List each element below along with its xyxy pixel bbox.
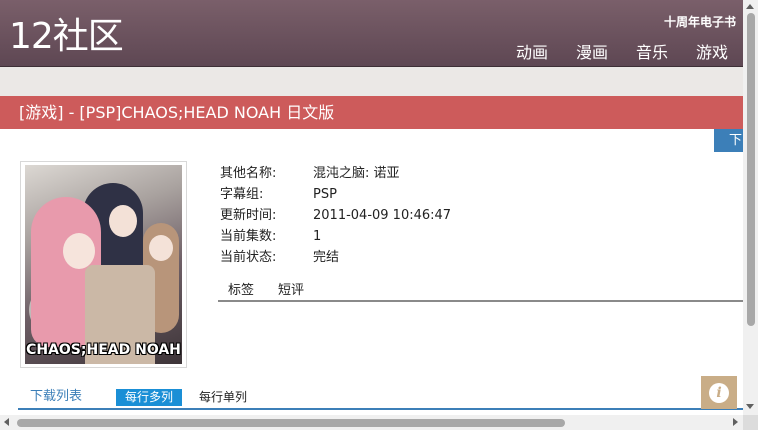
info-icon: i <box>709 382 729 403</box>
info-label: 当前状态: <box>220 250 277 265</box>
option-single-column[interactable]: 每行单列 <box>199 389 247 406</box>
scroll-up-icon[interactable] <box>746 4 754 9</box>
page-title: [游戏] - [PSP]CHAOS;HEAD NOAH 日文版 <box>0 96 743 129</box>
info-row-episodes: 当前集数: 1 <box>220 226 451 247</box>
sub-header-band <box>0 67 743 96</box>
cover-image: CHAOS;HEAD NOAH <box>25 165 182 364</box>
anniversary-ebook-link[interactable]: 十周年电子书 <box>664 13 736 30</box>
info-table: 其他名称: 混沌之脑: 诺亚 字幕组: PSP 更新时间: 2011-04-09… <box>220 163 451 268</box>
info-label: 当前集数: <box>220 229 277 244</box>
info-label: 更新时间: <box>220 208 277 223</box>
horizontal-scrollbar[interactable] <box>0 415 743 430</box>
help-button[interactable]: i <box>701 376 737 409</box>
info-value: 2011-04-09 10:46:47 <box>313 208 452 223</box>
download-button[interactable]: 下载 <box>714 129 743 152</box>
horizontal-scroll-thumb[interactable] <box>17 419 565 427</box>
info-value: 完结 <box>313 250 340 265</box>
cover-image-frame: CHAOS;HEAD NOAH <box>20 161 187 368</box>
info-value: PSP <box>313 187 337 202</box>
info-label: 字幕组: <box>220 187 264 202</box>
tab-tags[interactable]: 标签 <box>228 283 254 299</box>
tab-reviews[interactable]: 短评 <box>278 283 304 299</box>
site-header: 12社区 十周年电子书 动画 漫画 音乐 游戏 <box>0 0 743 67</box>
info-row-subtitle-group: 字幕组: PSP <box>220 184 451 205</box>
download-list-bar: 下载列表 每行多列 每行单列 <box>18 387 743 410</box>
main-nav: 动画 漫画 音乐 游戏 <box>516 39 728 63</box>
info-value: 混沌之脑: 诺亚 <box>313 166 400 181</box>
scroll-left-icon[interactable] <box>4 418 9 426</box>
vertical-scroll-thumb[interactable] <box>747 13 755 326</box>
info-label: 其他名称: <box>220 166 277 181</box>
info-row-other-name: 其他名称: 混沌之脑: 诺亚 <box>220 163 451 184</box>
scroll-right-icon[interactable] <box>733 418 738 426</box>
scrollbar-corner <box>743 415 758 430</box>
detail-tabs: 标签 短评 <box>218 283 743 302</box>
nav-item-games[interactable]: 游戏 <box>696 39 728 63</box>
cover-logo-text: CHAOS;HEAD NOAH <box>26 342 181 358</box>
info-row-update-time: 更新时间: 2011-04-09 10:46:47 <box>220 205 451 226</box>
site-logo[interactable]: 12社区 <box>9 15 124 59</box>
nav-item-anime[interactable]: 动画 <box>516 39 548 63</box>
download-list-title: 下载列表 <box>30 389 83 404</box>
nav-item-manga[interactable]: 漫画 <box>576 39 608 63</box>
scroll-down-icon[interactable] <box>746 404 754 409</box>
vertical-scrollbar[interactable] <box>743 0 758 415</box>
info-row-status: 当前状态: 完结 <box>220 247 451 268</box>
nav-item-music[interactable]: 音乐 <box>636 39 668 63</box>
info-value: 1 <box>313 229 322 244</box>
option-multi-column[interactable]: 每行多列 <box>116 389 182 406</box>
